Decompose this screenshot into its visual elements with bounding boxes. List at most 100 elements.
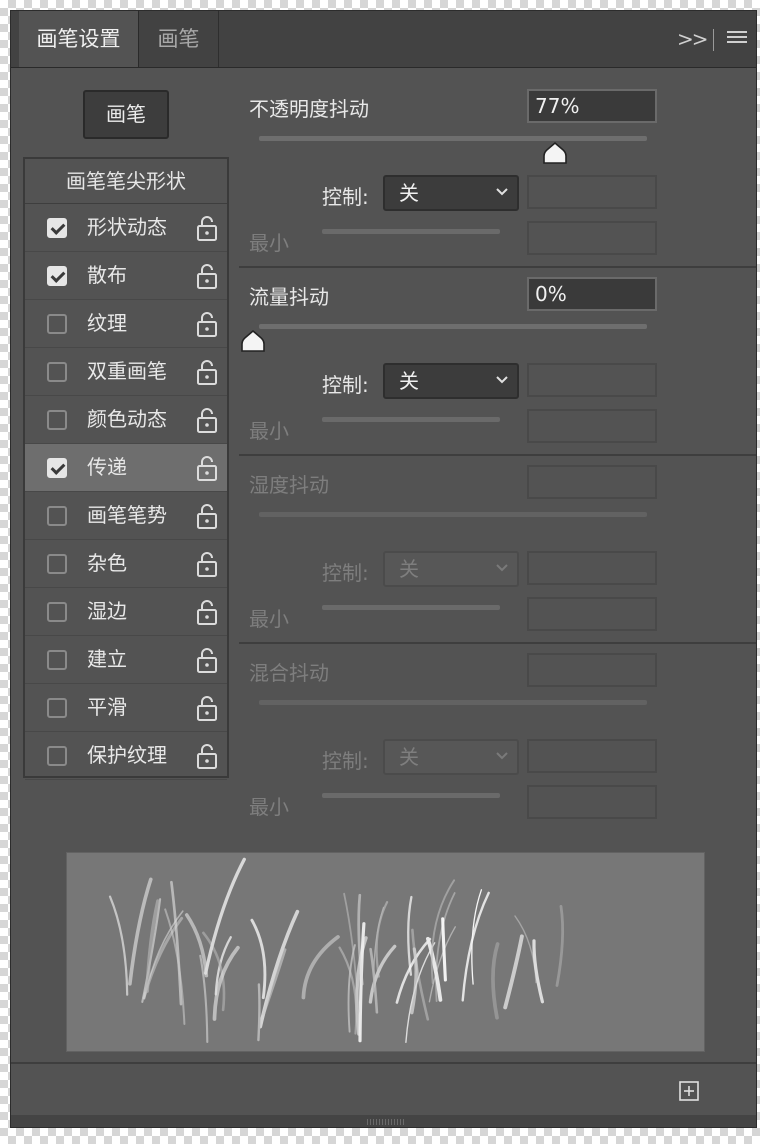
- minimum-value-field[interactable]: [527, 409, 657, 443]
- unlock-icon[interactable]: [195, 694, 219, 722]
- option-checkbox[interactable]: [47, 602, 67, 622]
- unlock-icon[interactable]: [195, 502, 219, 530]
- create-new-brush-icon[interactable]: [679, 1081, 699, 1101]
- list-item[interactable]: 保护纹理: [25, 732, 227, 780]
- option-checkbox[interactable]: [47, 266, 67, 286]
- control-extra-field[interactable]: [527, 175, 657, 209]
- option-label[interactable]: 颜色动态: [87, 396, 167, 443]
- minimum-label: 最小: [249, 231, 289, 255]
- option-checkbox[interactable]: [47, 362, 67, 382]
- list-item[interactable]: 建立: [25, 636, 227, 684]
- option-label[interactable]: 平滑: [87, 684, 127, 731]
- unlock-icon[interactable]: [195, 406, 219, 434]
- jitter-value-field[interactable]: [527, 653, 657, 687]
- unlock-icon[interactable]: [195, 550, 219, 578]
- option-label[interactable]: 纹理: [87, 300, 127, 347]
- jitter-slider[interactable]: [259, 512, 647, 517]
- option-checkbox[interactable]: [47, 410, 67, 430]
- list-item[interactable]: 杂色: [25, 540, 227, 588]
- option-checkbox[interactable]: [47, 506, 67, 526]
- list-item[interactable]: 湿边: [25, 588, 227, 636]
- unlock-icon[interactable]: [195, 310, 219, 338]
- list-item[interactable]: 画笔笔势: [25, 492, 227, 540]
- unlock-icon[interactable]: [195, 358, 219, 386]
- minimum-value-field[interactable]: [527, 597, 657, 631]
- option-checkbox[interactable]: [47, 458, 67, 478]
- option-label[interactable]: 建立: [87, 636, 127, 683]
- unlock-icon[interactable]: [195, 598, 219, 626]
- control-value: 关: [399, 557, 419, 581]
- brush-settings-panel: 画笔设置 画笔 >> 画笔 画笔笔尖形状 形状动态 散布 纹理 双重画笔 颜色动态 传递画…: [10, 10, 757, 1128]
- option-label[interactable]: 画笔笔势: [87, 492, 167, 539]
- option-label[interactable]: 形状动态: [87, 204, 167, 251]
- control-dropdown[interactable]: 关: [383, 363, 519, 399]
- control-dropdown[interactable]: 关: [383, 551, 519, 587]
- brush-stroke-preview: [66, 852, 705, 1052]
- slider-thumb-icon[interactable]: [240, 329, 266, 353]
- jitter-label: 流量抖动: [249, 285, 329, 309]
- control-dropdown[interactable]: 关: [383, 739, 519, 775]
- option-label[interactable]: 双重画笔: [87, 348, 167, 395]
- jitter-label: 湿度抖动: [249, 473, 329, 497]
- control-label: 控制:: [322, 561, 369, 585]
- option-label[interactable]: 杂色: [87, 540, 127, 587]
- list-item[interactable]: 散布: [25, 252, 227, 300]
- hamburger-menu-icon[interactable]: [727, 31, 747, 47]
- jitter-slider[interactable]: [259, 700, 647, 705]
- section-divider: [239, 642, 756, 644]
- unlock-icon[interactable]: [195, 214, 219, 242]
- option-checkbox[interactable]: [47, 746, 67, 766]
- resize-grip[interactable]: [11, 1115, 756, 1127]
- unlock-icon[interactable]: [195, 742, 219, 770]
- brushes-button[interactable]: 画笔: [83, 90, 169, 139]
- chevron-down-icon: [496, 376, 508, 384]
- list-item[interactable]: 颜色动态: [25, 396, 227, 444]
- slider-thumb-icon[interactable]: [542, 141, 568, 165]
- minimum-slider[interactable]: [322, 793, 500, 798]
- control-extra-field[interactable]: [527, 363, 657, 397]
- option-checkbox[interactable]: [47, 698, 67, 718]
- unlock-icon[interactable]: [195, 646, 219, 674]
- control-value: 关: [399, 181, 419, 205]
- jitter-slider[interactable]: [259, 136, 647, 141]
- panel-tab-bar: 画笔设置 画笔 >>: [11, 11, 756, 68]
- control-label: 控制:: [322, 185, 369, 209]
- brush-tip-shape-item[interactable]: 画笔笔尖形状: [25, 159, 227, 204]
- panel-footer: [11, 1062, 756, 1116]
- jitter-value-field[interactable]: [527, 465, 657, 499]
- jitter-value-field[interactable]: 77%: [527, 89, 657, 123]
- tab-brushes[interactable]: 画笔: [139, 11, 219, 67]
- minimum-value-field[interactable]: [527, 221, 657, 255]
- list-item[interactable]: 传递: [25, 444, 227, 492]
- option-checkbox[interactable]: [47, 554, 67, 574]
- brush-options-list: 画笔笔尖形状 形状动态 散布 纹理 双重画笔 颜色动态 传递 画笔笔势 杂色 湿边 建立 平滑 保护纹…: [23, 157, 229, 780]
- option-label[interactable]: 散布: [87, 252, 127, 299]
- option-label[interactable]: 湿边: [87, 588, 127, 635]
- minimum-slider[interactable]: [322, 605, 500, 610]
- option-checkbox[interactable]: [47, 218, 67, 238]
- list-item[interactable]: 双重画笔: [25, 348, 227, 396]
- double-chevron-right-icon[interactable]: >>: [677, 27, 708, 51]
- control-extra-field[interactable]: [527, 551, 657, 585]
- minimum-slider[interactable]: [322, 417, 500, 422]
- option-label[interactable]: 保护纹理: [87, 732, 167, 779]
- option-checkbox[interactable]: [47, 650, 67, 670]
- chevron-down-icon: [496, 564, 508, 572]
- option-label[interactable]: 传递: [87, 444, 127, 491]
- chevron-down-icon: [496, 188, 508, 196]
- control-value: 关: [399, 745, 419, 769]
- control-extra-field[interactable]: [527, 739, 657, 773]
- option-checkbox[interactable]: [47, 314, 67, 334]
- section-divider: [239, 266, 756, 268]
- list-item[interactable]: 形状动态: [25, 204, 227, 252]
- jitter-slider[interactable]: [259, 324, 647, 329]
- control-dropdown[interactable]: 关: [383, 175, 519, 211]
- list-item[interactable]: 纹理: [25, 300, 227, 348]
- minimum-slider[interactable]: [322, 229, 500, 234]
- minimum-value-field[interactable]: [527, 785, 657, 819]
- tab-brush-settings[interactable]: 画笔设置: [19, 11, 139, 67]
- unlock-icon[interactable]: [195, 262, 219, 290]
- list-item[interactable]: 平滑: [25, 684, 227, 732]
- unlock-icon[interactable]: [195, 454, 219, 482]
- jitter-value-field[interactable]: 0%: [527, 277, 657, 311]
